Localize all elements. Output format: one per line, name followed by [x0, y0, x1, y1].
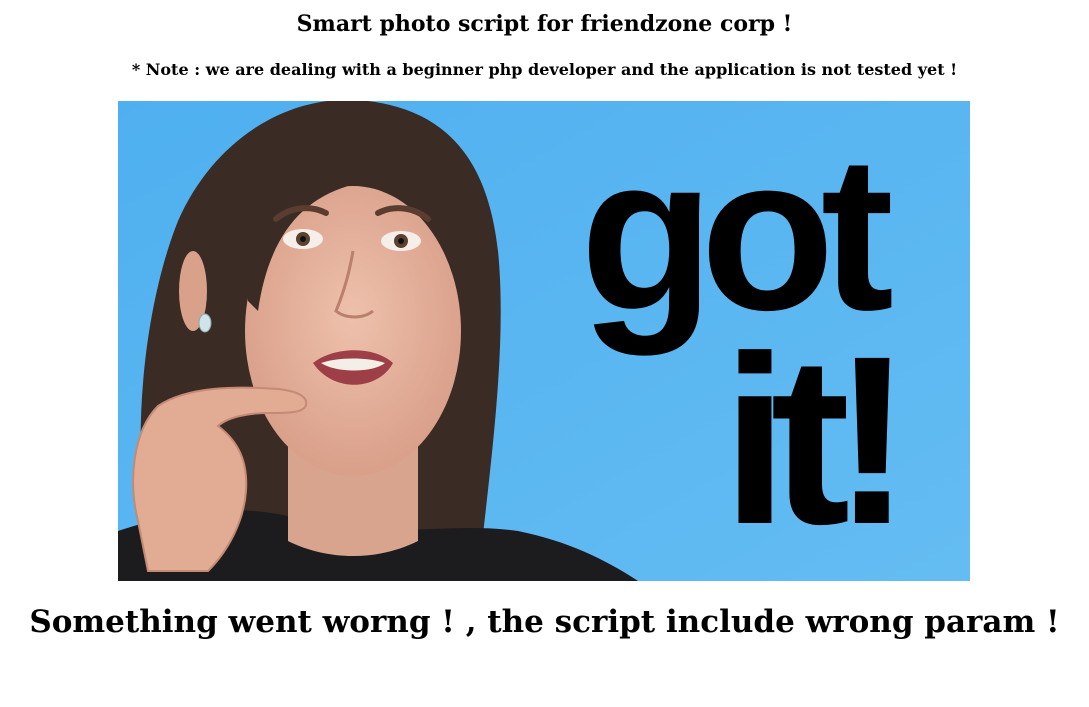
earring-shape	[198, 313, 212, 333]
photo-illustration: got it!	[118, 101, 970, 581]
developer-note: * Note : we are dealing with a beginner …	[131, 60, 958, 79]
overlay-text-it: it!	[722, 306, 895, 574]
page-title: Smart photo script for friendzone corp !	[296, 11, 793, 37]
photo-image: got it!	[118, 101, 970, 581]
error-message: Something went worng ! , the script incl…	[29, 604, 1060, 640]
